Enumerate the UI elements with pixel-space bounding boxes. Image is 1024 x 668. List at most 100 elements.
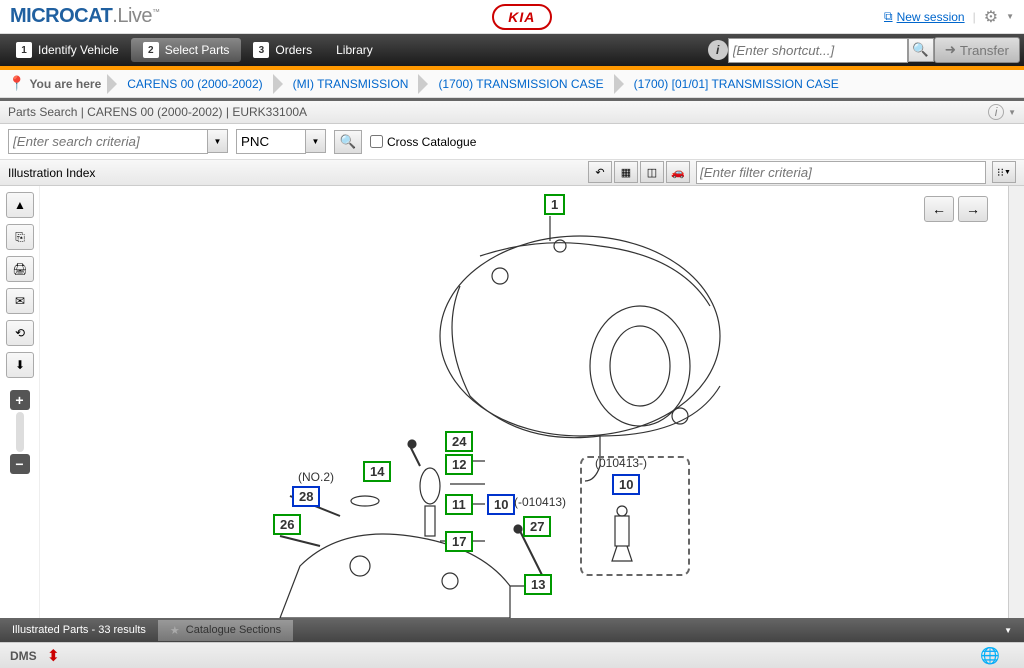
- transmission-diagram: [40, 186, 1000, 618]
- search-button[interactable]: 🔍: [334, 130, 362, 154]
- breadcrumb-label: You are here: [29, 77, 105, 91]
- vertical-scrollbar[interactable]: [1008, 186, 1024, 618]
- vehicle-button[interactable]: 🚗: [666, 161, 690, 183]
- callout-27[interactable]: 27: [523, 516, 551, 537]
- columns-icon: ◫: [647, 166, 657, 179]
- filter-options-button[interactable]: ⁝⁝▼: [992, 161, 1016, 183]
- parts-search-title-bar: Parts Search | CARENS 00 (2000-2002) | E…: [0, 98, 1024, 124]
- marker-icon: 📍: [8, 75, 25, 92]
- mail-icon: ✉: [15, 294, 25, 308]
- main-content: ▲ ⎘ 🖨 ✉ ⟲ ⬇ + − ← →: [0, 186, 1024, 618]
- reset-button[interactable]: ↶: [588, 161, 612, 183]
- breadcrumb: 📍 You are here CARENS 00 (2000-2002) (MI…: [0, 70, 1024, 98]
- chevron-icon: [614, 74, 624, 94]
- illustration-title: Illustration Index: [8, 166, 95, 180]
- app-logo: MICROCAT.Live™: [10, 5, 160, 28]
- callout-1[interactable]: 1: [544, 194, 565, 215]
- callout-12[interactable]: 12: [445, 454, 473, 475]
- shortcut-search-button[interactable]: 🔍: [908, 38, 934, 62]
- callout-26[interactable]: 26: [273, 514, 301, 535]
- filter-input[interactable]: [696, 161, 986, 184]
- rotate-button[interactable]: ⟲: [6, 320, 34, 346]
- zoom-slider[interactable]: [16, 412, 24, 452]
- callout-13[interactable]: 13: [524, 574, 552, 595]
- triangle-up-icon: ▲: [14, 198, 26, 212]
- chevron-icon: [273, 74, 283, 94]
- dms-connector-icon[interactable]: ⬍: [47, 646, 60, 666]
- chevron-down-icon: ▼: [214, 137, 222, 146]
- breadcrumb-subgroup[interactable]: (1700) TRANSMISSION CASE: [430, 77, 611, 91]
- status-bar: DMS ⬍ 🌐: [0, 642, 1024, 668]
- callout-24[interactable]: 24: [445, 431, 473, 452]
- filter-icon: ⁝⁝: [997, 166, 1004, 179]
- note-date1: (-010413): [514, 495, 566, 509]
- copy-button[interactable]: ⎘: [6, 224, 34, 250]
- zoom-in-button[interactable]: +: [10, 390, 30, 410]
- tab-catalogue-sections[interactable]: ★ Catalogue Sections: [158, 620, 293, 641]
- new-session-link[interactable]: ⧉ New session: [884, 9, 965, 24]
- chevron-icon: [107, 74, 117, 94]
- undo-icon: ↶: [595, 166, 604, 179]
- bottom-tabs: Illustrated Parts - 33 results ★ Catalog…: [0, 618, 1024, 642]
- tab-illustrated-parts[interactable]: Illustrated Parts - 33 results: [0, 620, 158, 640]
- transfer-button[interactable]: ➜Transfer: [934, 37, 1020, 63]
- info-dropdown[interactable]: i ▼: [988, 104, 1016, 120]
- search-dropdown[interactable]: ▼: [208, 129, 228, 153]
- search-row: ▼ ▼ 🔍 Cross Catalogue: [0, 124, 1024, 160]
- step-identify-vehicle[interactable]: 1Identify Vehicle: [4, 38, 131, 62]
- dms-label: DMS: [10, 649, 37, 663]
- callout-11[interactable]: 11: [445, 494, 473, 515]
- rotate-icon: ⟲: [15, 326, 25, 340]
- zoom-control: + −: [10, 390, 30, 474]
- arrow-right-icon: ➜: [945, 42, 956, 58]
- download-button[interactable]: ⬇: [6, 352, 34, 378]
- callout-28[interactable]: 28: [292, 486, 320, 507]
- shortcut-input[interactable]: [728, 38, 908, 63]
- globe-icon[interactable]: 🌐: [980, 646, 1000, 666]
- parts-search-title: Parts Search | CARENS 00 (2000-2002) | E…: [8, 105, 307, 119]
- grid-view-button[interactable]: ▦: [614, 161, 638, 183]
- main-nav: 1Identify Vehicle 2Select Parts 3Orders …: [0, 34, 1024, 66]
- callout-17[interactable]: 17: [445, 531, 473, 552]
- note-no2: (NO.2): [298, 470, 334, 484]
- pnc-select[interactable]: [236, 129, 306, 154]
- diagram-area[interactable]: ← →: [40, 186, 1008, 618]
- step-orders[interactable]: 3Orders: [241, 38, 324, 62]
- print-button[interactable]: 🖨: [6, 256, 34, 282]
- star-icon: ★: [170, 624, 180, 637]
- info-icon: i: [988, 104, 1004, 120]
- nav-library[interactable]: Library: [324, 39, 385, 61]
- brand-logo: KIA: [492, 4, 552, 30]
- app-header: MICROCAT.Live™ KIA ⧉ New session | ⚙ ▼: [0, 0, 1024, 34]
- note-date2: (010413-): [595, 456, 647, 470]
- callout-10b[interactable]: 10: [612, 474, 640, 495]
- breadcrumb-current[interactable]: (1700) [01/01] TRANSMISSION CASE: [626, 77, 847, 91]
- gear-icon[interactable]: ⚙: [984, 7, 998, 27]
- chevron-down-icon: ▼: [1004, 169, 1011, 176]
- callout-14[interactable]: 14: [363, 461, 391, 482]
- grid-icon: ▦: [621, 166, 631, 179]
- step-select-parts[interactable]: 2Select Parts: [131, 38, 242, 62]
- chevron-down-icon: ▼: [1008, 108, 1016, 117]
- search-icon: 🔍: [340, 134, 357, 150]
- zoom-out-button[interactable]: −: [10, 454, 30, 474]
- copy-icon: ⎘: [15, 230, 25, 245]
- pnc-dropdown[interactable]: ▼: [306, 129, 326, 153]
- cross-catalogue-checkbox[interactable]: Cross Catalogue: [370, 135, 476, 149]
- callout-10a[interactable]: 10: [487, 494, 515, 515]
- tabs-chevron[interactable]: ▼: [992, 622, 1024, 639]
- chevron-down-icon[interactable]: ▼: [1006, 12, 1014, 21]
- illustration-index-bar: Illustration Index ↶ ▦ ◫ 🚗 ⁝⁝▼: [0, 160, 1024, 186]
- up-button[interactable]: ▲: [6, 192, 34, 218]
- info-icon[interactable]: i: [708, 40, 728, 60]
- split-view-button[interactable]: ◫: [640, 161, 664, 183]
- search-input[interactable]: [8, 129, 208, 154]
- new-session-icon: ⧉: [884, 9, 893, 24]
- chevron-icon: [418, 74, 428, 94]
- breadcrumb-group[interactable]: (MI) TRANSMISSION: [285, 77, 417, 91]
- breadcrumb-vehicle[interactable]: CARENS 00 (2000-2002): [119, 77, 270, 91]
- car-icon: 🚗: [671, 166, 685, 179]
- email-button[interactable]: ✉: [6, 288, 34, 314]
- left-toolbar: ▲ ⎘ 🖨 ✉ ⟲ ⬇ + −: [0, 186, 40, 618]
- search-icon: 🔍: [912, 42, 929, 58]
